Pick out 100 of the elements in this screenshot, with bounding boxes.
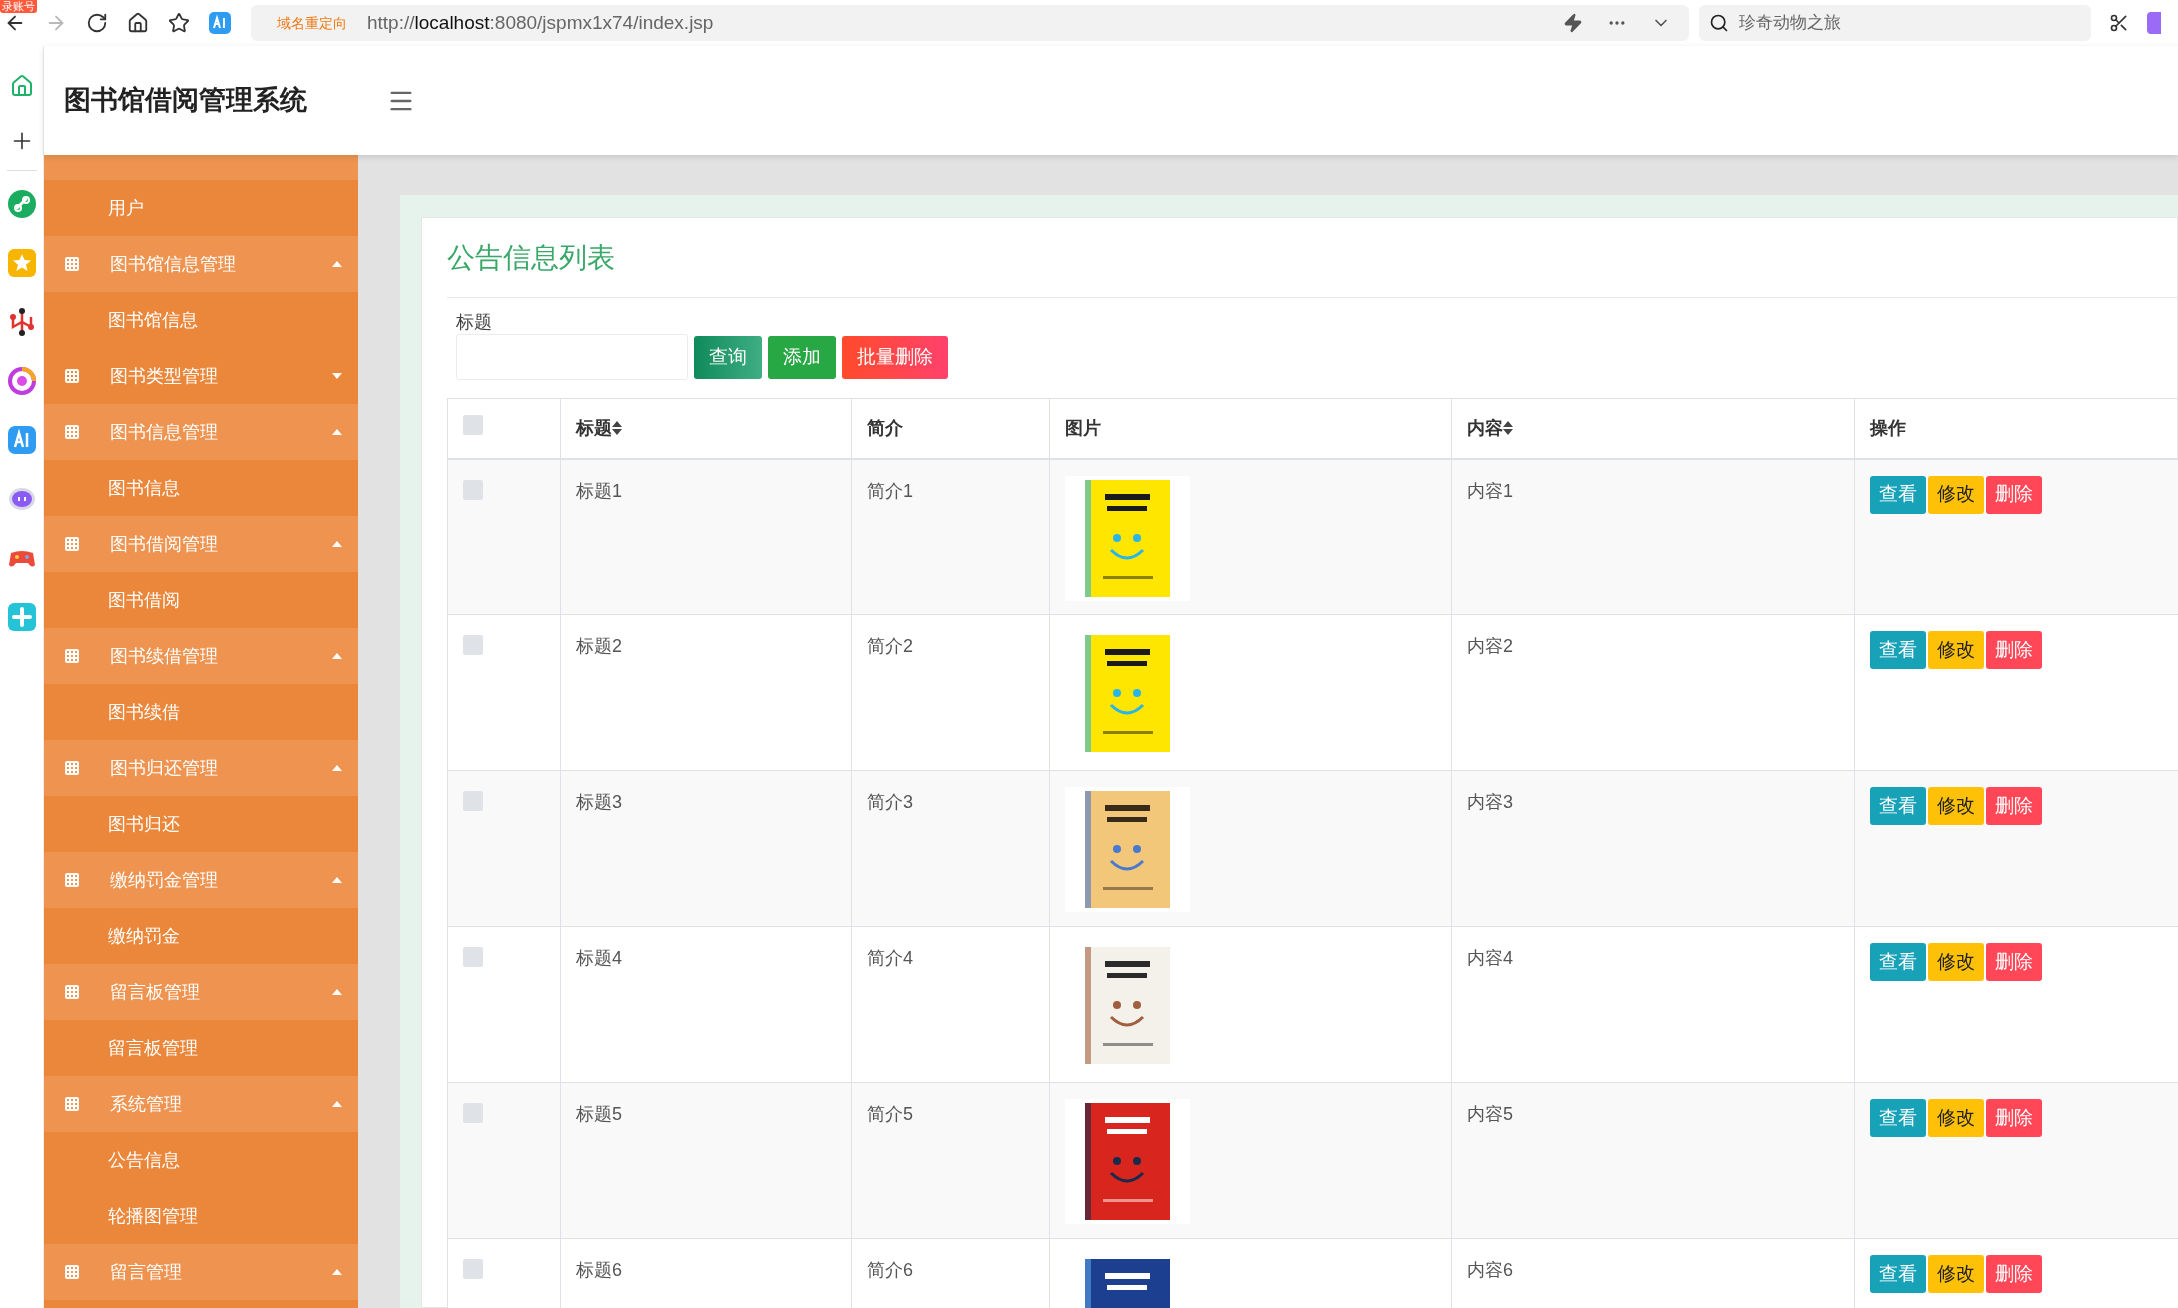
- star-icon[interactable]: [168, 12, 190, 34]
- grid-icon: [64, 256, 80, 272]
- ai-ring-app-icon[interactable]: [6, 366, 37, 396]
- table-cell: 内容4: [1467, 948, 1513, 968]
- caret-up-icon: [332, 429, 342, 435]
- checkbox[interactable]: [463, 479, 483, 500]
- checkbox[interactable]: [463, 414, 483, 435]
- group-label: 图书归还管理: [110, 756, 218, 780]
- caret-up-icon: [332, 653, 342, 659]
- checkbox[interactable]: [463, 947, 483, 967]
- delete-button[interactable]: 删除: [1986, 631, 2042, 669]
- group-label: 图书借阅管理: [110, 532, 218, 556]
- table-cell: 标题1: [576, 480, 622, 501]
- table-cell: 简介3: [867, 792, 913, 812]
- sidebar-group[interactable]: 系统管理: [44, 1076, 358, 1132]
- edit-button[interactable]: 修改: [1928, 1099, 1984, 1137]
- delete-button[interactable]: 删除: [1986, 475, 2042, 514]
- grid-icon: [64, 648, 80, 664]
- search-icon: [1709, 13, 1729, 33]
- view-button[interactable]: 查看: [1870, 475, 1926, 514]
- table-cell: 简介6: [867, 1260, 913, 1280]
- group-label: 图书信息管理: [110, 420, 218, 444]
- table-cell: 简介2: [867, 636, 913, 656]
- account-badge[interactable]: 录账号: [0, 0, 37, 13]
- delete-button[interactable]: 删除: [1986, 1255, 2042, 1293]
- scissors-icon[interactable]: [2109, 13, 2129, 33]
- edit-button[interactable]: 修改: [1928, 787, 1984, 825]
- group-label: 图书续借管理: [110, 644, 218, 668]
- group-label: 图书馆信息管理: [110, 252, 236, 276]
- sort-icon: [612, 421, 622, 436]
- sort-icon: [1503, 421, 1513, 436]
- address-bar[interactable]: 域名重定向 http://localhost:8080/jspmx1x74/index.jsp: [251, 5, 1689, 41]
- table-cell: 内容1: [1467, 480, 1513, 501]
- search-field[interactable]: 珍奇动物之旅: [1699, 5, 2091, 41]
- edit-button[interactable]: 修改: [1928, 475, 1984, 514]
- cross-app-icon[interactable]: [6, 602, 37, 632]
- column-header[interactable]: 内容: [1467, 414, 1513, 442]
- home-icon[interactable]: [127, 12, 149, 34]
- table-cell: 内容6: [1467, 1260, 1513, 1280]
- view-button[interactable]: 查看: [1870, 1099, 1926, 1137]
- caret-up-icon: [332, 989, 342, 995]
- table-cell: 内容3: [1467, 792, 1513, 812]
- group-label: 缴纳罚金管理: [110, 868, 218, 892]
- ai-app-icon[interactable]: [6, 425, 37, 455]
- grid-icon: [64, 1096, 80, 1112]
- checkbox[interactable]: [463, 791, 483, 811]
- view-button[interactable]: 查看: [1870, 1255, 1926, 1293]
- sidebar-group[interactable]: 留言管理: [44, 1244, 358, 1300]
- link-app-icon[interactable]: [6, 189, 37, 219]
- delete-button[interactable]: 删除: [1986, 787, 2042, 825]
- batch-delete-button[interactable]: 批量删除: [842, 335, 948, 379]
- sidebar-group[interactable]: 图书归还管理: [44, 740, 358, 796]
- column-header: 简介: [867, 416, 903, 440]
- view-button[interactable]: 查看: [1870, 631, 1926, 669]
- grid-icon: [64, 760, 80, 776]
- caret-up-icon: [332, 1269, 342, 1275]
- group-label: 图书类型管理: [110, 364, 218, 388]
- sidebar-group[interactable]: 留言板管理: [44, 964, 358, 1020]
- column-header: 操作: [1870, 416, 1906, 440]
- checkbox[interactable]: [463, 1103, 483, 1123]
- column-header[interactable]: 标题: [576, 414, 622, 442]
- caret-up-icon: [332, 1101, 342, 1107]
- sidebar-group[interactable]: 图书续借管理: [44, 628, 358, 684]
- checkbox[interactable]: [463, 635, 483, 655]
- sidebar-group[interactable]: 图书馆信息管理: [44, 236, 358, 292]
- edit-button[interactable]: 修改: [1928, 943, 1984, 981]
- grid-icon: [64, 872, 80, 888]
- table-cell: 简介5: [867, 1104, 913, 1124]
- checkbox[interactable]: [463, 1259, 483, 1279]
- delete-button[interactable]: 删除: [1986, 1099, 2042, 1137]
- lightning-icon[interactable]: [1563, 13, 1583, 33]
- table-cell: 简介4: [867, 948, 913, 968]
- reload-icon[interactable]: [86, 12, 108, 34]
- delete-button[interactable]: 删除: [1986, 943, 2042, 981]
- caret-down-icon: [332, 373, 342, 379]
- star-app-icon[interactable]: [6, 248, 37, 278]
- search-label: 标题: [456, 311, 493, 334]
- sidebar-group[interactable]: 图书信息管理: [44, 404, 358, 460]
- sidebar-group[interactable]: 缴纳罚金管理: [44, 852, 358, 908]
- table-cell: 内容5: [1467, 1104, 1513, 1124]
- caret-up-icon: [332, 261, 342, 267]
- grid-icon: [64, 536, 80, 552]
- add-button[interactable]: 添加: [768, 335, 836, 379]
- ai-icon[interactable]: [209, 12, 231, 34]
- group-label: 留言板管理: [110, 980, 200, 1004]
- edit-button[interactable]: 修改: [1928, 631, 1984, 669]
- group-label: 系统管理: [110, 1092, 182, 1116]
- column-header: 图片: [1065, 416, 1101, 440]
- query-button[interactable]: 查询: [694, 335, 762, 379]
- table-cell: 标题5: [576, 1104, 622, 1124]
- view-button[interactable]: 查看: [1870, 943, 1926, 981]
- table-cell: 标题3: [576, 792, 622, 812]
- grid-icon: [64, 424, 80, 440]
- table-cell: 标题6: [576, 1260, 622, 1280]
- sidebar-group[interactable]: 图书借阅管理: [44, 516, 358, 572]
- grid-icon: [64, 368, 80, 384]
- caret-up-icon: [332, 765, 342, 771]
- panel-title: 公告信息列表: [447, 240, 615, 275]
- edit-button[interactable]: 修改: [1928, 1255, 1984, 1293]
- view-button[interactable]: 查看: [1870, 787, 1926, 825]
